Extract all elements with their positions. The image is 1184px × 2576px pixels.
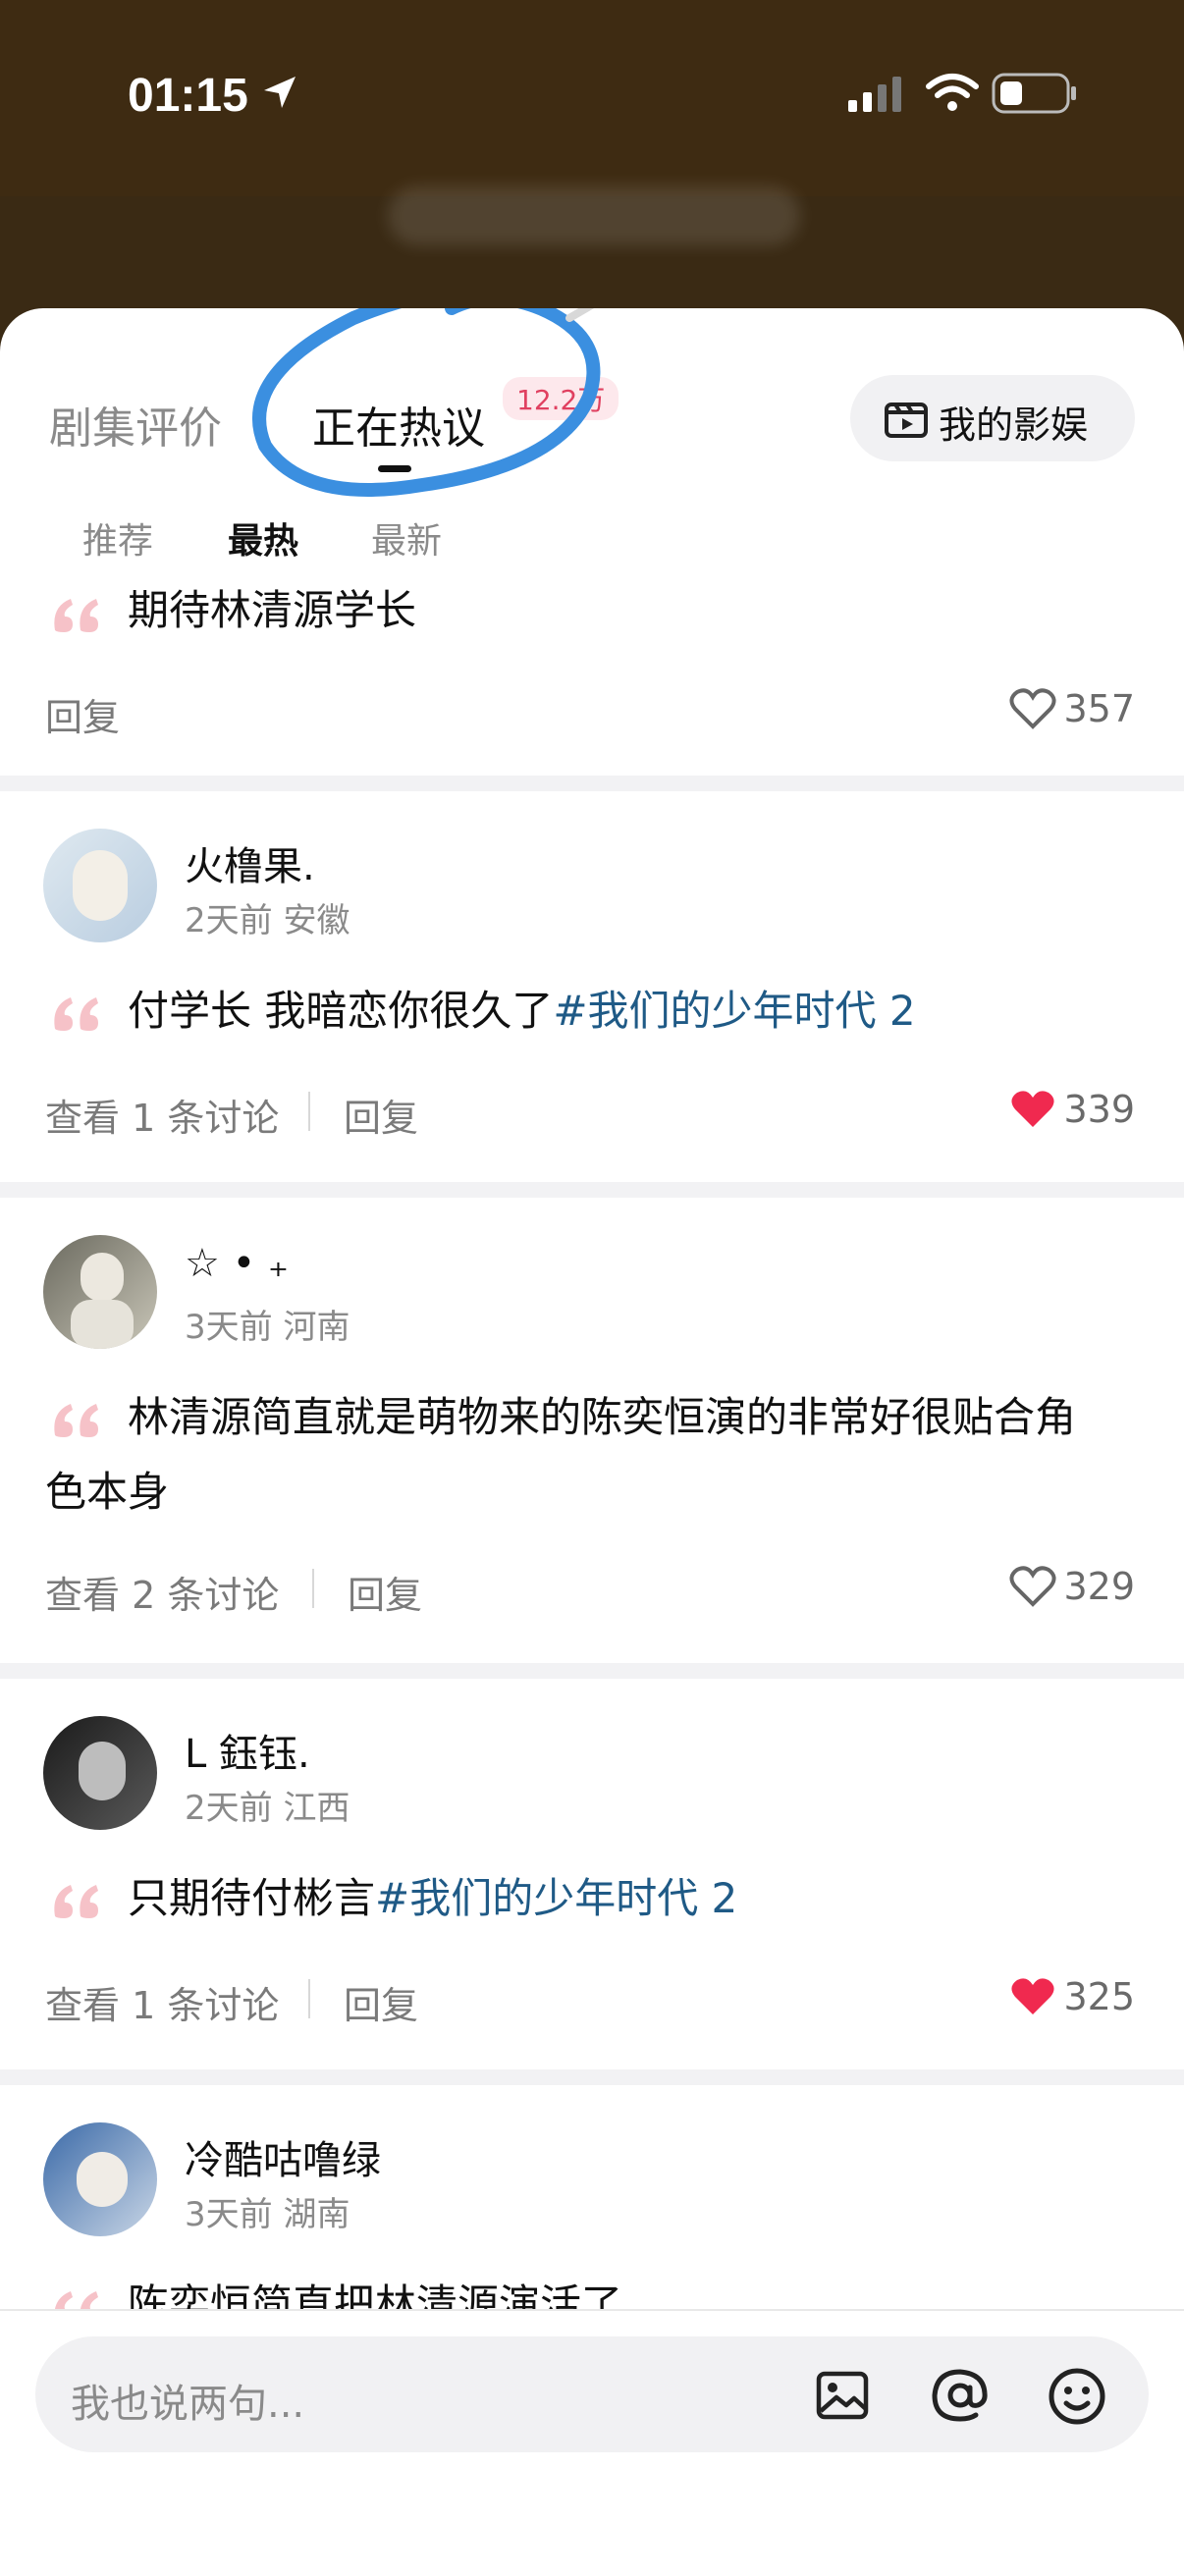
heart-icon[interactable] [1009, 1565, 1056, 1608]
divider [0, 1182, 1184, 1198]
comment-text: 付学长 我暗恋你很久了#我们的少年时代 2 [128, 987, 916, 1035]
comment-meta: 2天前 江西 [185, 1789, 350, 1828]
comment-card: ☆ • ₊ 3天前 河南 林清源简直就是萌物来的陈奕恒演的非常好很贴合角色本身 … [0, 1198, 1184, 1663]
comment-composer: 我也说两句... [0, 2309, 1184, 2576]
sort-recommend[interactable]: 推荐 [82, 512, 153, 564]
hand-drawn-circle-annotation [252, 308, 601, 497]
action-divider [312, 1569, 314, 1608]
emoji-icon[interactable] [1047, 2366, 1107, 2427]
comment-input[interactable]: 我也说两句... [35, 2336, 1149, 2452]
wifi-icon [926, 74, 979, 111]
reply-button[interactable]: 回复 [45, 687, 120, 741]
image-icon[interactable] [813, 2366, 872, 2425]
comment-feed: 期待林清源学长 回复 357 火橹果. 2天前 安徽 付学长 我暗恋你很久了#我… [0, 573, 1184, 2380]
like-count: 357 [1063, 687, 1135, 730]
avatar[interactable] [43, 2122, 157, 2236]
reply-button[interactable]: 回复 [344, 1088, 418, 1142]
action-divider [308, 1092, 310, 1131]
comment-input-placeholder: 我也说两句... [71, 2382, 305, 2427]
heart-icon[interactable] [1009, 1088, 1056, 1131]
heart-icon[interactable] [1009, 687, 1056, 730]
divider [0, 2069, 1184, 2085]
divider [0, 776, 1184, 791]
heart-icon[interactable] [1009, 1975, 1056, 2018]
reply-button[interactable]: 回复 [348, 1565, 422, 1619]
film-icon [885, 402, 928, 438]
comment-meta: 3天前 湖南 [185, 2195, 350, 2234]
like-count: 325 [1063, 1975, 1135, 2018]
like-count: 339 [1063, 1088, 1135, 1131]
quote-icon [54, 1885, 98, 1918]
status-time: 01:15 [128, 70, 248, 122]
comment-card: 火橹果. 2天前 安徽 付学长 我暗恋你很久了#我们的少年时代 2 查看 1 条… [0, 791, 1184, 1182]
view-discussion-link[interactable]: 查看 2 条讨论 [45, 1565, 279, 1619]
location-arrow-icon [264, 77, 296, 108]
tab-reviews[interactable]: 剧集评价 [49, 393, 222, 456]
quote-icon [54, 599, 98, 632]
my-entertainment-label: 我的影娱 [939, 403, 1089, 447]
avatar[interactable] [43, 1716, 157, 1830]
signal-icon [848, 77, 901, 112]
comment-card: 期待林清源学长 回复 357 [0, 573, 1184, 776]
view-discussion-link[interactable]: 查看 1 条讨论 [45, 1088, 279, 1142]
hashtag-link[interactable]: #我们的少年时代 2 [375, 1874, 737, 1922]
status-bar: 01:15 [0, 0, 1184, 245]
username[interactable]: 火橹果. [185, 834, 315, 891]
comment-meta: 2天前 安徽 [185, 901, 350, 940]
username[interactable]: L 鈺钰. [185, 1722, 310, 1779]
comment-text: 林清源简直就是萌物来的陈奕恒演的非常好很贴合角色本身 [45, 1393, 1077, 1516]
my-entertainment-button[interactable]: 我的影娱 [850, 375, 1135, 461]
reply-button[interactable]: 回复 [344, 1975, 418, 2029]
username[interactable]: 冷酷咕噜绿 [185, 2128, 381, 2185]
quote-icon [54, 997, 98, 1031]
discussion-sheet: 剧集评价 正在热议 12.2万 我的影娱 推荐 最热 最新 期待林清源学长 回复… [0, 308, 1184, 2574]
comment-meta: 3天前 河南 [185, 1308, 350, 1347]
at-icon[interactable] [929, 2366, 992, 2425]
divider [0, 1663, 1184, 1679]
hashtag-link[interactable]: #我们的少年时代 2 [553, 987, 915, 1035]
blurred-header-title [388, 187, 800, 245]
action-divider [308, 1979, 310, 2018]
tab-bar: 剧集评价 正在热议 12.2万 我的影娱 推荐 最热 最新 [0, 308, 1184, 562]
comment-text: 期待林清源学长 [128, 586, 417, 634]
comment-text: 只期待付彬言#我们的少年时代 2 [128, 1874, 738, 1922]
comment-card: L 鈺钰. 2天前 江西 只期待付彬言#我们的少年时代 2 查看 1 条讨论 回… [0, 1679, 1184, 2069]
username[interactable]: ☆ • ₊ [185, 1241, 289, 1286]
like-count: 329 [1063, 1565, 1135, 1608]
battery-icon [992, 73, 1076, 114]
avatar[interactable] [43, 1235, 157, 1349]
avatar[interactable] [43, 829, 157, 942]
view-discussion-link[interactable]: 查看 1 条讨论 [45, 1975, 279, 2029]
